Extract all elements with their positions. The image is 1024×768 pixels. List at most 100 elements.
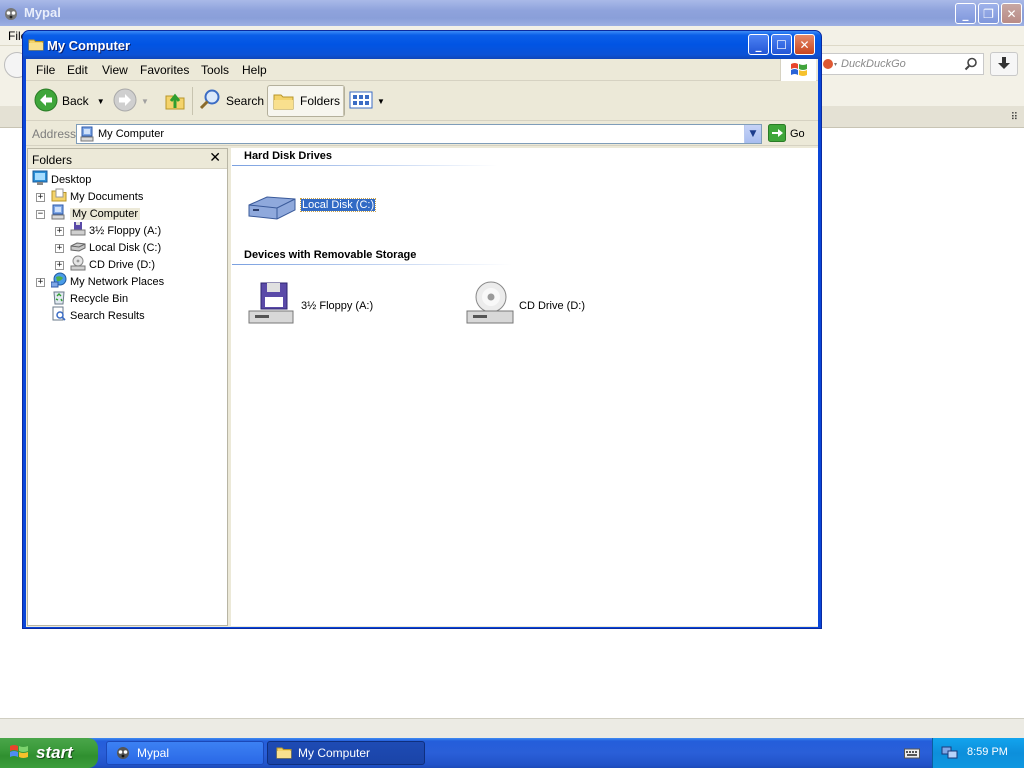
keyboard-icon[interactable] — [904, 746, 920, 763]
taskbar-item-mypal[interactable]: Mypal — [106, 741, 264, 765]
tree-item-my-computer[interactable]: My Computer — [51, 204, 141, 223]
toolbar: Back ▼ ▼ Search Folders ▼ — [26, 81, 818, 121]
mypal-minimize-button[interactable]: _ — [955, 3, 976, 24]
up-button[interactable] — [163, 85, 187, 117]
menu-tools[interactable]: Tools — [201, 63, 229, 77]
folder-icon — [276, 745, 292, 762]
mypal-app-icon — [115, 744, 131, 763]
forward-dropdown-icon[interactable]: ▼ — [141, 97, 149, 106]
tab-list-icon[interactable]: ⠿ — [1011, 112, 1018, 123]
address-label: Address — [32, 127, 77, 141]
tree-item-desktop[interactable]: Desktop — [32, 170, 92, 189]
tree-item-local-disk[interactable]: Local Disk (C:) — [70, 239, 161, 256]
hard-disk-icon — [247, 183, 297, 226]
close-icon: ✕ — [1006, 6, 1017, 21]
search-placeholder: DuckDuckGo — [841, 58, 906, 70]
expand-icon[interactable]: + — [55, 227, 64, 236]
menu-help[interactable]: Help — [242, 63, 267, 77]
network-icon[interactable] — [941, 745, 959, 764]
folders-label: Folders — [300, 94, 341, 108]
address-value: My Computer — [98, 128, 165, 140]
tree-item-network-places[interactable]: My Network Places — [50, 272, 164, 290]
expand-icon[interactable]: + — [36, 278, 45, 287]
tree-label: CD Drive (D:) — [89, 258, 155, 271]
views-button[interactable]: ▼ — [349, 85, 385, 117]
address-input[interactable]: My Computer ▼ — [76, 124, 762, 144]
start-button[interactable]: start — [0, 738, 98, 768]
collapse-icon[interactable]: − — [36, 210, 45, 219]
desktop-icon — [32, 170, 48, 189]
folders-button[interactable]: Folders — [267, 85, 346, 117]
tree-item-floppy[interactable]: 3½ Floppy (A:) — [70, 222, 161, 239]
taskbar-item-my-computer[interactable]: My Computer — [267, 741, 425, 765]
tree-item-search-results[interactable]: Search Results — [51, 306, 145, 324]
address-bar: Address My Computer ▼ Go — [26, 122, 818, 146]
group-header-removable-storage: Devices with Removable Storage — [244, 249, 417, 261]
windows-flag-icon — [790, 63, 807, 76]
tree-item-my-documents[interactable]: My Documents — [51, 188, 143, 205]
forward-button[interactable]: ▼ — [113, 85, 149, 117]
menu-view[interactable]: View — [102, 63, 128, 77]
mypal-app-icon — [3, 5, 19, 21]
forward-arrow-icon — [113, 88, 137, 115]
content-pane: Hard Disk Drives Local Disk (C:) Devices… — [231, 148, 818, 626]
start-label: start — [36, 743, 73, 762]
computer-icon — [80, 126, 96, 145]
minimize-icon: _ — [962, 6, 969, 21]
menu-edit[interactable]: Edit — [67, 63, 88, 77]
drive-local-disk[interactable]: Local Disk (C:) — [247, 183, 377, 226]
cd-drive-icon — [70, 255, 86, 274]
task-label: Mypal — [137, 746, 170, 760]
drive-label: Local Disk (C:) — [299, 197, 377, 212]
window-titlebar[interactable]: My Computer _ ☐ ✕ — [23, 31, 821, 59]
download-arrow-icon — [997, 56, 1011, 73]
minimize-button[interactable]: _ — [748, 34, 769, 55]
folder-icon — [28, 37, 44, 54]
expand-icon[interactable]: + — [55, 261, 64, 270]
drive-label: CD Drive (D:) — [519, 299, 585, 312]
group-divider — [232, 165, 498, 166]
back-button[interactable]: Back ▼ — [34, 85, 105, 117]
search-icon[interactable] — [964, 57, 978, 74]
windows-flag-icon — [8, 742, 30, 765]
tree-item-recycle-bin[interactable]: Recycle Bin — [51, 290, 128, 307]
mypal-statusbar — [0, 718, 1024, 738]
views-grid-icon — [349, 90, 373, 113]
group-header-hard-disk-drives: Hard Disk Drives — [244, 150, 333, 162]
expand-icon[interactable]: + — [55, 244, 64, 253]
mypal-title: Mypal — [24, 5, 61, 20]
address-dropdown-button[interactable]: ▼ — [744, 125, 761, 143]
toolbar-separator — [192, 87, 193, 115]
menu-favorites[interactable]: Favorites — [140, 63, 189, 77]
computer-icon — [51, 204, 67, 223]
go-button[interactable]: Go — [768, 123, 805, 145]
close-button[interactable]: ✕ — [794, 34, 815, 55]
back-dropdown-icon[interactable]: ▼ — [97, 97, 105, 106]
search-engine-icon[interactable] — [822, 57, 838, 74]
clock[interactable]: 8:59 PM — [967, 746, 1008, 758]
floppy-drive-icon — [247, 279, 297, 332]
group-divider — [232, 264, 512, 265]
drive-floppy[interactable]: 3½ Floppy (A:) — [247, 279, 373, 332]
mypal-titlebar[interactable]: Mypal _ ❐ ✕ — [0, 0, 1024, 26]
mypal-close-button[interactable]: ✕ — [1001, 3, 1022, 24]
cd-drive-icon — [465, 279, 515, 332]
tree-item-cd-drive[interactable]: CD Drive (D:) — [70, 255, 155, 274]
magnifier-icon — [198, 88, 222, 115]
my-computer-window: My Computer _ ☐ ✕ File Edit View Favorit… — [22, 30, 822, 629]
search-button[interactable]: Search — [198, 85, 264, 117]
mypal-restore-button[interactable]: ❐ — [978, 3, 999, 24]
drive-cd[interactable]: CD Drive (D:) — [465, 279, 585, 332]
close-icon[interactable]: ✕ — [209, 150, 221, 166]
expand-icon[interactable]: + — [36, 193, 45, 202]
tree-label: 3½ Floppy (A:) — [89, 224, 162, 237]
mypal-search-box[interactable]: DuckDuckGo — [818, 53, 984, 75]
menu-file[interactable]: File — [36, 63, 55, 77]
go-arrow-icon — [768, 123, 786, 145]
download-button[interactable] — [990, 52, 1018, 76]
tree-label: Desktop — [51, 173, 92, 186]
search-label: Search — [226, 94, 265, 108]
back-arrow-icon — [34, 88, 58, 115]
maximize-button[interactable]: ☐ — [771, 34, 792, 55]
taskbar: start Mypal My Computer 8:59 PM — [0, 738, 1024, 768]
